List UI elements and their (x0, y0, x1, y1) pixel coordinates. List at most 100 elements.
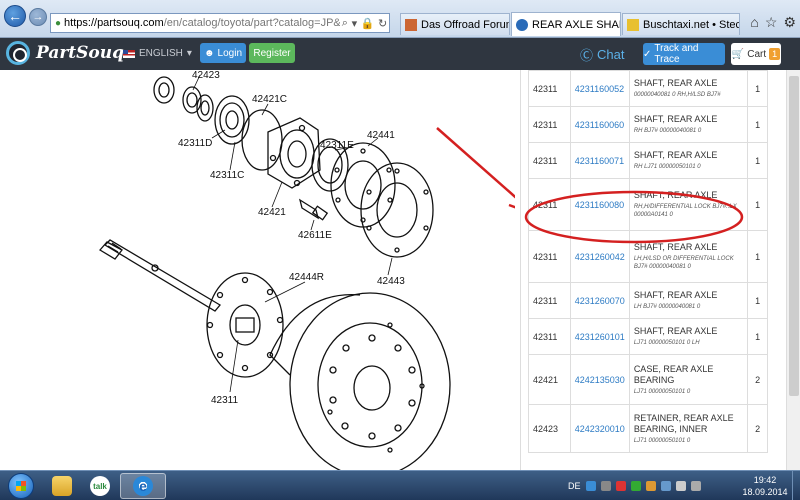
tab-title: Das Offroad Forum: Nachr... (421, 18, 509, 31)
part-code: 42423 (528, 404, 571, 453)
battery-icon[interactable] (630, 481, 641, 491)
table-row[interactable]: 42311 4231260101 SHAFT, REAR AXLE LJ71 0000… (528, 318, 768, 355)
brake-drum (269, 292, 451, 470)
part-description: SHAFT, REAR AXLE 00000040081 0 RH,H/LSD B… (628, 70, 749, 107)
hub-bolt (298, 198, 329, 221)
scrollbar-thumb[interactable] (789, 76, 799, 396)
wifi-icon[interactable] (690, 481, 701, 491)
tab-partsouq[interactable]: REAR AXLE SHAFT & H... ✕ (511, 12, 621, 36)
part-note: LJ71 00000050101 0 LH (633, 340, 700, 346)
part-note: RH BJ7# 00000040081 0 (633, 128, 702, 134)
track-and-trace-button[interactable]: ✓ Track and Trace (643, 43, 725, 65)
gasket (330, 142, 396, 228)
part-number-link[interactable]: 4231260070 (569, 282, 630, 319)
label-42611e: 42611E (298, 230, 332, 241)
speaker-icon[interactable] (675, 481, 686, 491)
page-scrollbar[interactable] (786, 70, 800, 470)
clock[interactable]: 19:42 18.09.2014 (740, 474, 790, 498)
table-row[interactable]: 42423 4242320010 RETAINER, REAR AXLE BEARI… (528, 404, 768, 453)
part-note: LJ71 00000050101 0 (633, 388, 691, 395)
language-selector[interactable]: ENGLISH ▾ (123, 48, 192, 59)
part-note: RH LJ71 00000050101 0 (633, 164, 701, 170)
table-row[interactable]: 42311 4231160060 SHAFT, REAR AXLE RH BJ7# 0… (528, 106, 768, 143)
part-note: LJ71 00000050101 0 (633, 437, 691, 444)
windows-logo-icon (8, 473, 34, 499)
site-logo[interactable]: PartSouq (6, 41, 124, 65)
part-number-link[interactable]: 4231160060 (569, 106, 630, 143)
address-actions: ⌕ ▾ 🔒 ↻ (340, 13, 390, 33)
label-42421c: 42421C (252, 94, 287, 105)
part-description: SHAFT, REAR AXLE LH BJ7# 00000040081 0 (628, 282, 749, 319)
login-button[interactable]: ☻ Login (200, 43, 246, 63)
part-code: 42311 (528, 318, 571, 355)
buschtaxi-favicon-icon (627, 18, 639, 31)
table-row[interactable]: 42421 4242135030 CASE, REAR AXLE BEARING LJ… (528, 354, 768, 405)
part-code: 42311 (528, 106, 571, 143)
part-description: CASE, REAR AXLE BEARING LJ71 00000050101 … (628, 354, 749, 405)
network-icon[interactable] (600, 481, 611, 491)
search-icon[interactable]: ⌕ (342, 17, 348, 30)
taskbar-explorer[interactable] (44, 473, 80, 499)
table-row[interactable]: 42311 4231260070 SHAFT, REAR AXLE LH BJ7# 0… (528, 282, 768, 319)
app-tray-icon[interactable] (645, 481, 656, 491)
address-domain: https://partsouq.com (64, 17, 164, 29)
forward-button[interactable]: → (29, 8, 47, 26)
favorites-star-icon[interactable]: ☆ (765, 14, 778, 31)
taskbar-talk[interactable]: talk (82, 473, 118, 499)
register-button[interactable]: Register (249, 43, 295, 63)
part-qty: 2 (747, 354, 768, 405)
start-button[interactable] (2, 471, 40, 500)
show-desktop-button[interactable] (792, 471, 800, 500)
panel-divider (520, 70, 521, 470)
part-code: 42311 (528, 282, 571, 319)
part-number-link[interactable]: 4231160052 (569, 70, 630, 107)
parts-diagram: 42423 42421C 42311D 42311E 42441 42311C … (98, 70, 515, 470)
red-highlight-ellipse (524, 190, 744, 244)
label-42311d: 42311D (178, 138, 212, 149)
cart-button[interactable]: 🛒 Cart 1 (731, 43, 781, 65)
lock-icon[interactable]: 🔒 (361, 17, 375, 30)
home-icon[interactable]: ⌂ (750, 14, 758, 31)
table-row[interactable]: 42311 4231160071 SHAFT, REAR AXLE RH LJ71 0… (528, 142, 768, 179)
check-icon: ✓ (643, 48, 652, 60)
part-number-link[interactable]: 4242320010 (569, 404, 630, 453)
part-name: SHAFT, REAR AXLE (633, 290, 718, 300)
back-button[interactable]: ← (4, 5, 26, 27)
part-number-link[interactable]: 4231260101 (569, 318, 630, 355)
chat-button[interactable]: Ⓒ Chat (580, 45, 624, 64)
part-number-link[interactable]: 4242135030 (569, 354, 630, 405)
site-header: PartSouq ENGLISH ▾ ☻ Login Register Ⓒ Ch… (0, 38, 800, 70)
red-arrow (436, 127, 515, 199)
taskbar-internet-explorer[interactable]: e (120, 473, 166, 499)
bearing-case (267, 117, 321, 189)
antivirus-icon[interactable] (615, 481, 626, 491)
address-bar[interactable]: ● https://partsouq.com/en/catalog/toyota… (50, 13, 390, 33)
system-tray: DE (568, 471, 701, 500)
windows-taskbar: talk e DE 19:42 18.09.2014 (0, 470, 800, 500)
tab-buschtaxi[interactable]: Buschtaxi.net • Steckachse... (622, 13, 740, 35)
part-number-link[interactable]: 4231160071 (569, 142, 630, 179)
gear-icon[interactable]: ⚙ (783, 14, 796, 31)
part-code: 42311 (528, 142, 571, 179)
refresh-icon[interactable]: ↻ (378, 17, 387, 30)
part-code: 42311 (528, 70, 571, 107)
label-42311e: 42311E (320, 140, 354, 151)
label-42311c: 42311C (210, 170, 244, 181)
dropdown-icon[interactable]: ▾ (352, 17, 358, 30)
part-name: RETAINER, REAR AXLE BEARING, INNER (633, 412, 734, 434)
parts-table: 42311 4231160052 SHAFT, REAR AXLE 000000400… (528, 70, 768, 453)
table-row[interactable]: 42311 4231160052 SHAFT, REAR AXLE 000000400… (528, 70, 768, 107)
part-name: CASE, REAR AXLE BEARING (633, 363, 714, 385)
cart-icon: 🛒 (731, 48, 745, 60)
tab-offroad-forum[interactable]: Das Offroad Forum: Nachr... (400, 13, 510, 35)
part-qty: 1 (747, 142, 768, 179)
language-indicator[interactable]: DE (568, 481, 581, 491)
backing-plate (360, 162, 434, 258)
skype-icon: Ⓒ (580, 48, 594, 63)
part-qty: 1 (747, 70, 768, 107)
action-center-icon[interactable] (660, 481, 671, 491)
label-42444r: 42444R (289, 272, 324, 283)
folder-icon (52, 476, 72, 496)
bluetooth-icon[interactable] (585, 481, 596, 491)
part-qty: 1 (747, 230, 768, 283)
